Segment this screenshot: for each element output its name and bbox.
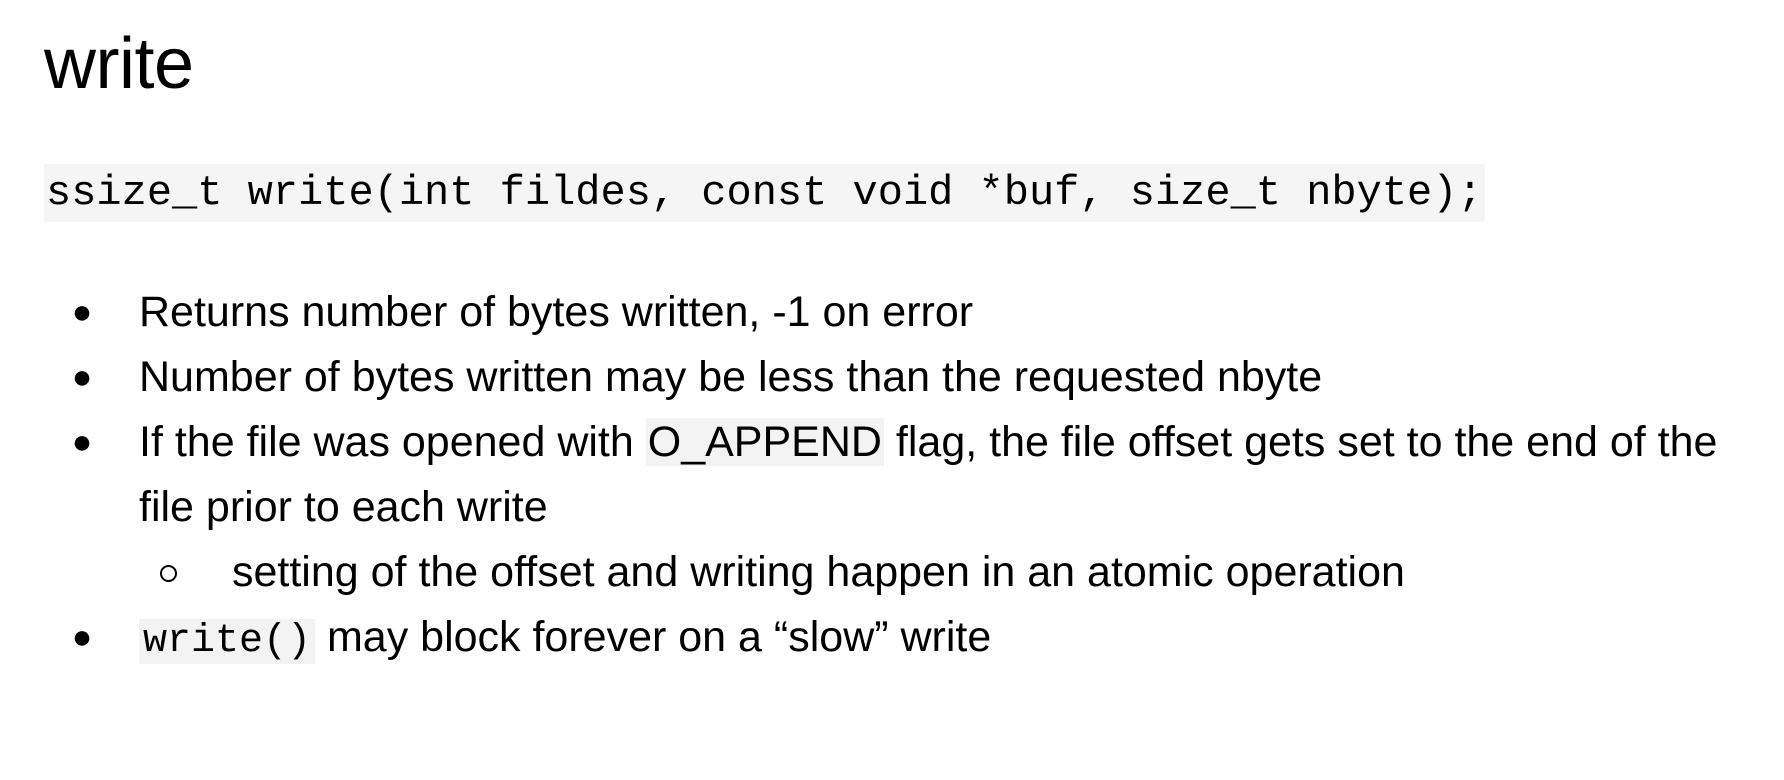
bullet-text-after: may block forever on a “slow” write	[315, 613, 992, 661]
list-item: ● write() may block forever on a “slow” …	[0, 605, 1784, 674]
bullet-text: Number of bytes written may be less than…	[139, 353, 1323, 401]
list-item: ● If the file was opened with O_APPEND f…	[0, 410, 1784, 540]
bullet-text: Returns number of bytes written, -1 on e…	[139, 288, 974, 336]
page-title: write	[44, 24, 194, 104]
bullet-dot-icon: ●	[71, 358, 93, 396]
sub-list-item: setting of the offset and writing happen…	[0, 540, 1784, 605]
bullet-text-before: If the file was opened with	[139, 418, 646, 466]
inline-code-o-append: O_APPEND	[645, 418, 884, 466]
bullet-list: ● Returns number of bytes written, -1 on…	[0, 280, 1784, 674]
bullet-circle-icon	[160, 565, 177, 582]
list-item: ● Returns number of bytes written, -1 on…	[0, 280, 1784, 345]
function-signature: ssize_t write(int fildes, const void *bu…	[44, 164, 1485, 222]
bullet-dot-icon: ●	[71, 423, 93, 461]
sub-bullet-text: setting of the offset and writing happen…	[232, 548, 1405, 596]
bullet-dot-icon: ●	[71, 293, 93, 331]
inline-code-write: write()	[139, 619, 316, 664]
list-item: ● Number of bytes written may be less th…	[0, 345, 1784, 410]
bullet-dot-icon: ●	[71, 618, 93, 656]
